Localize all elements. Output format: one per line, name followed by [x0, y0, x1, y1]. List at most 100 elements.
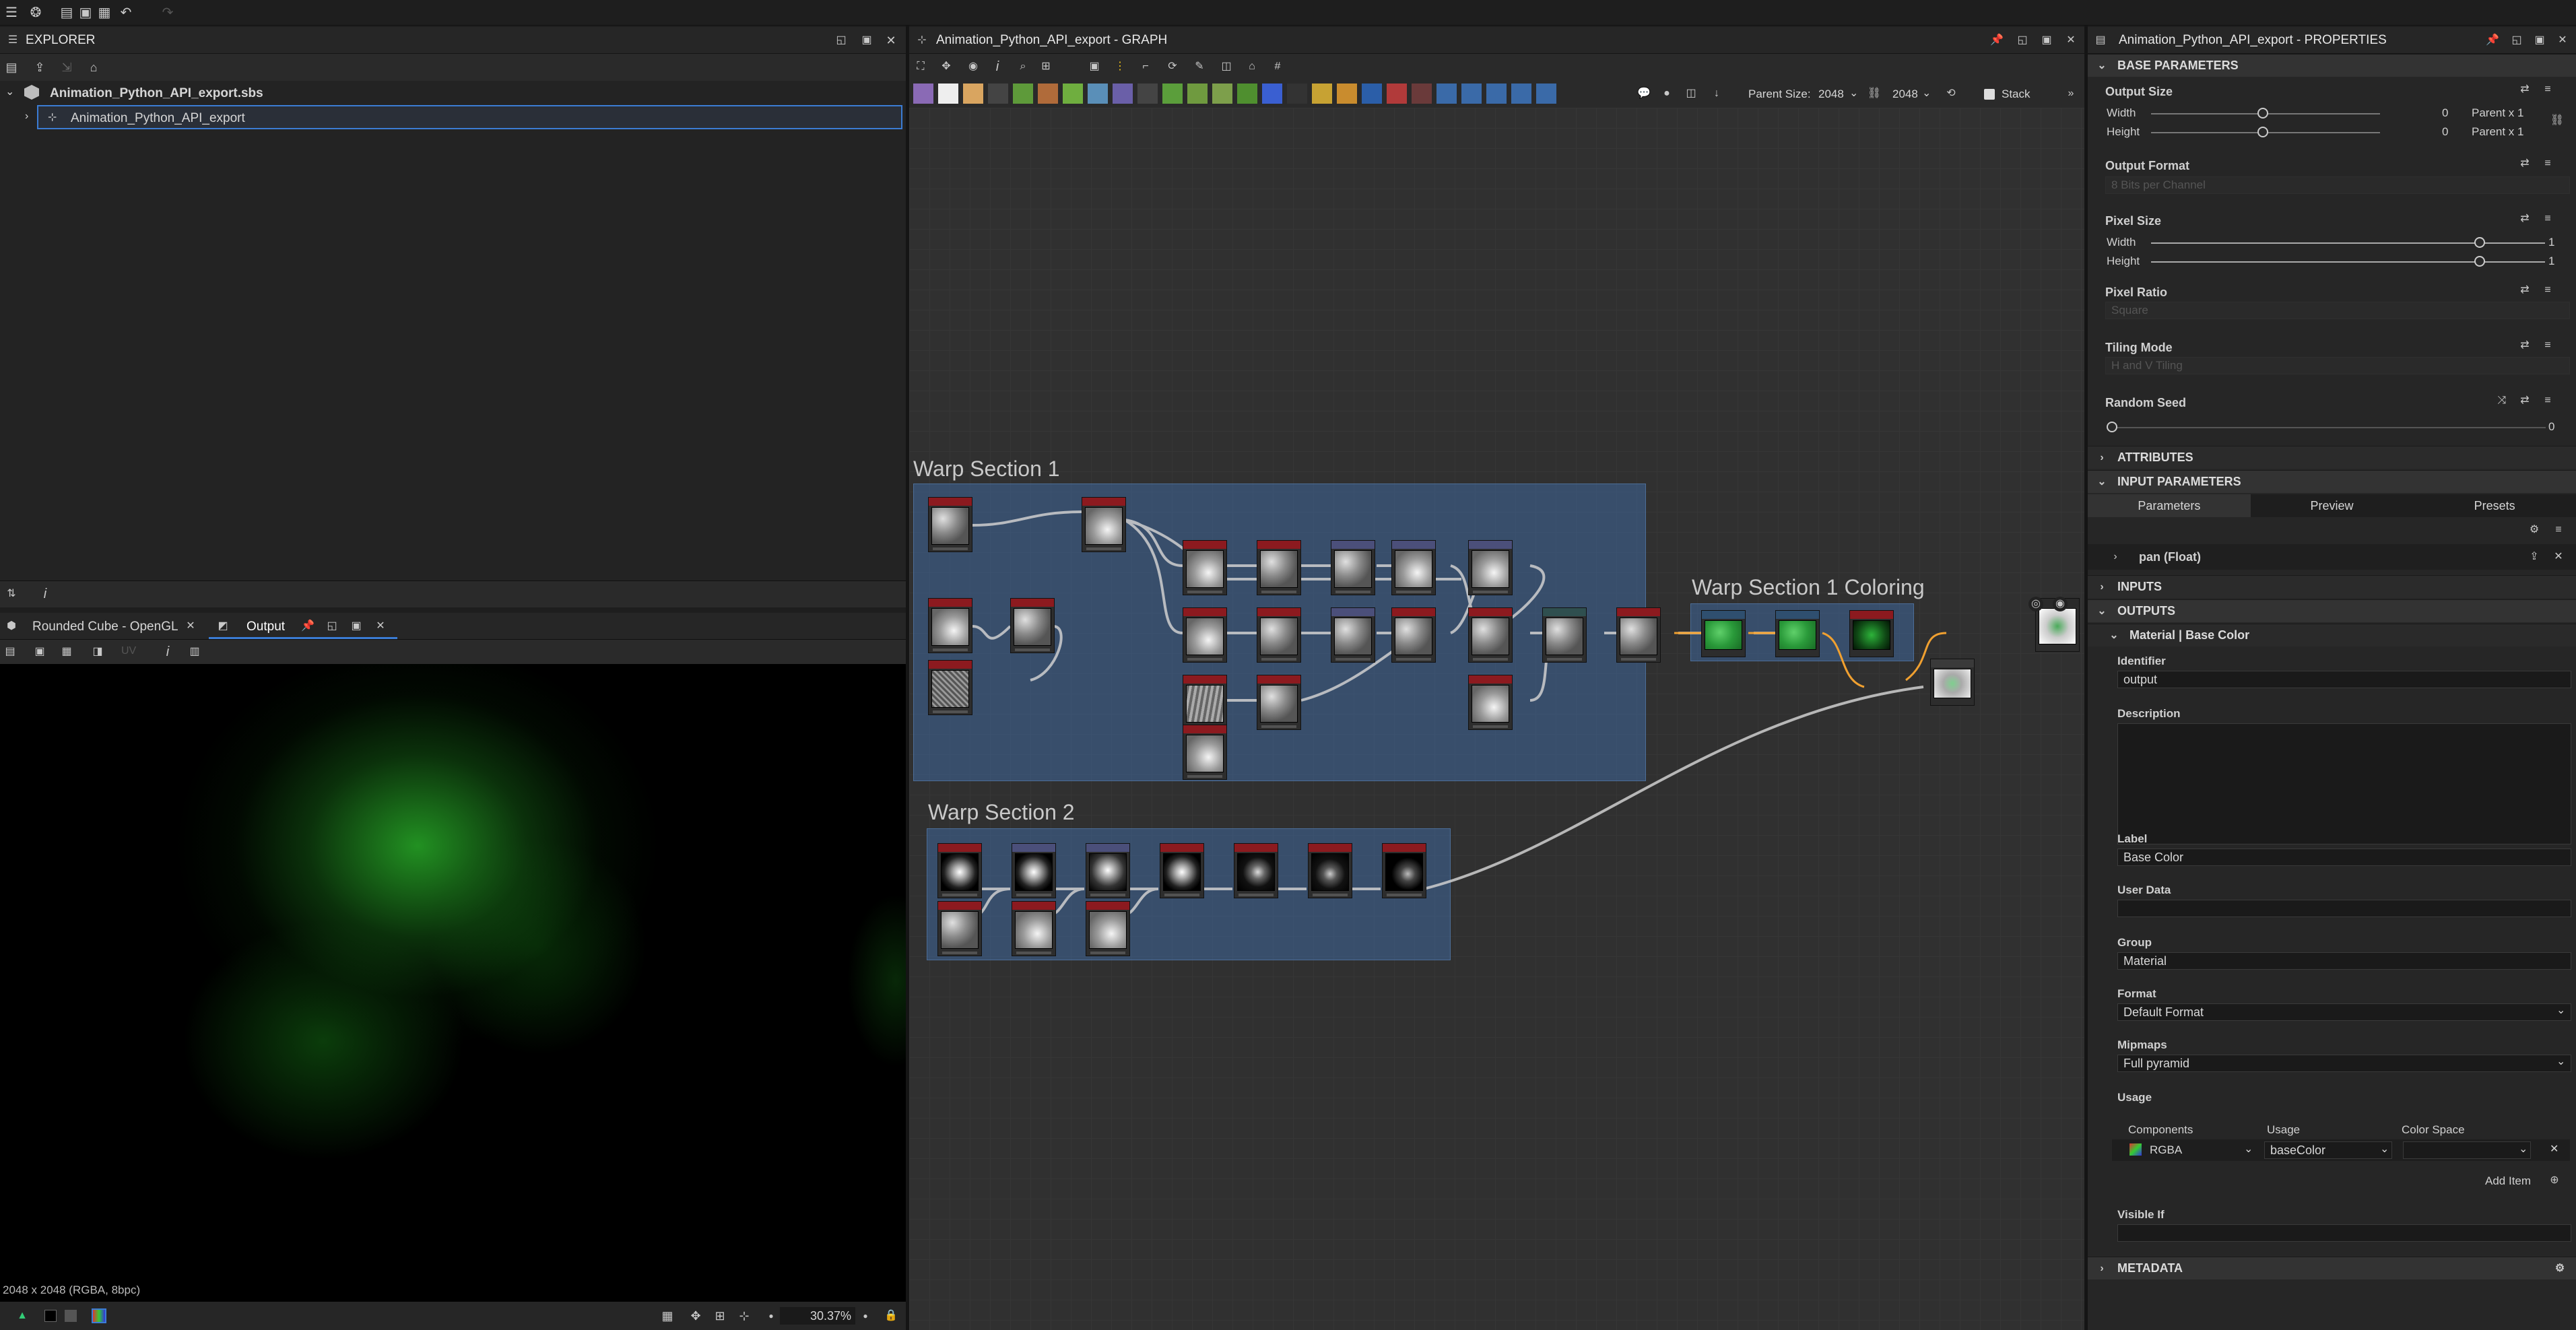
maximize-icon[interactable]: ▣	[349, 619, 364, 634]
tab-rounded-cube[interactable]: Rounded Cube - OpenGL	[32, 620, 178, 634]
gradient-map-icon[interactable]	[1038, 84, 1058, 104]
blend-node-icon[interactable]	[963, 84, 983, 104]
pin-node-icon[interactable]	[1536, 84, 1556, 104]
graph-node[interactable]	[1382, 843, 1426, 898]
width-slider-knob[interactable]	[2257, 108, 2268, 119]
grid-node-icon[interactable]	[1137, 84, 1158, 104]
float-icon[interactable]: ◱	[2015, 33, 2030, 48]
size-value[interactable]: 2048	[1892, 88, 1918, 101]
distance-icon[interactable]	[1412, 84, 1432, 104]
graph-node[interactable]	[1257, 540, 1301, 595]
tab-parameters[interactable]: Parameters	[2088, 494, 2251, 517]
export-icon[interactable]: ⇪	[32, 60, 47, 75]
histogram-icon[interactable]: ▥	[187, 644, 202, 659]
add-item-button[interactable]: Add Item	[2485, 1174, 2531, 1188]
search-icon[interactable]: ⌕	[1016, 59, 1030, 74]
refresh-icon[interactable]: ⟳	[1165, 59, 1180, 74]
chevron-down-icon[interactable]: ⌄	[2107, 628, 2121, 643]
graph-node[interactable]	[1257, 675, 1301, 730]
clean-icon[interactable]: ⌂	[86, 60, 101, 75]
info-icon[interactable]: i	[160, 644, 175, 659]
graph-node[interactable]	[1616, 607, 1661, 663]
blur-icon[interactable]	[1212, 84, 1232, 104]
tiling-mode-select[interactable]: H and V Tiling	[2105, 357, 2570, 374]
layers-icon[interactable]: ▲	[15, 1308, 30, 1323]
identifier-field[interactable]: output	[2117, 671, 2571, 688]
link-param-icon[interactable]: ⇄	[2517, 156, 2532, 171]
pin-icon[interactable]: 📌	[2485, 33, 2500, 48]
graph-row[interactable]: › ⊹ Animation_Python_API_export	[25, 105, 902, 129]
bg-gray-swatch[interactable]	[65, 1310, 77, 1322]
graph-canvas[interactable]: Warp Section 1 Warp Section 1 Coloring W…	[909, 108, 2084, 1330]
pixel-width-knob[interactable]	[2474, 237, 2485, 248]
float-icon[interactable]: ◱	[2509, 33, 2524, 48]
parent-size-value[interactable]: 2048	[1818, 88, 1844, 101]
color-space-select[interactable]	[2403, 1141, 2531, 1159]
more-icon[interactable]: »	[2063, 86, 2078, 101]
info-icon[interactable]: i	[990, 59, 1005, 74]
close-icon[interactable]: ✕	[2550, 1142, 2558, 1156]
chevron-down-icon[interactable]: ⌄	[2380, 1142, 2389, 1156]
open-folder-icon[interactable]: ▤	[59, 5, 74, 20]
bg-checker-swatch[interactable]	[92, 1308, 106, 1323]
copy-icon[interactable]: ▤	[3, 644, 18, 659]
chevron-right-icon[interactable]: ›	[25, 110, 28, 123]
close-icon[interactable]: ✕	[2551, 550, 2566, 564]
bitmap-node-icon[interactable]	[913, 84, 933, 104]
graph-node[interactable]	[1086, 843, 1130, 898]
graph-node[interactable]	[1468, 607, 1513, 663]
link-icon[interactable]: ⛓	[1867, 86, 1882, 101]
align-icon[interactable]: ⊞	[1038, 59, 1053, 74]
menu-icon[interactable]: ≡	[2551, 523, 2566, 537]
tab-output[interactable]: Output	[246, 620, 285, 634]
export-icon[interactable]: ▦	[59, 644, 74, 659]
gear-icon[interactable]: ⚙	[2527, 523, 2542, 537]
section-metadata[interactable]: › METADATA ⚙	[2088, 1257, 2576, 1279]
chevron-down-icon[interactable]: ⌄	[2094, 475, 2109, 490]
pixel-ratio-select[interactable]: Square	[2105, 302, 2570, 319]
link-param-icon[interactable]: ⇄	[2517, 338, 2532, 353]
menu-icon[interactable]: ≡	[2540, 393, 2555, 408]
channel-icon[interactable]: ◨	[90, 644, 105, 659]
height-value[interactable]: 0	[2442, 125, 2448, 139]
pan-icon[interactable]: ✥	[688, 1308, 703, 1323]
float-icon[interactable]: ◱	[325, 619, 339, 634]
export-icon[interactable]: ⇪	[2527, 550, 2542, 564]
label-field[interactable]: Base Color	[2117, 849, 2571, 866]
dyn-gradient-icon[interactable]	[1387, 84, 1407, 104]
tab-presets[interactable]: Presets	[2413, 494, 2576, 517]
reset-icon[interactable]: ⟲	[1944, 86, 1958, 101]
camera-icon[interactable]: ◉	[966, 59, 981, 74]
export-icon[interactable]: ◫	[1219, 59, 1234, 74]
emboss-icon[interactable]	[1237, 84, 1257, 104]
link-param-icon[interactable]: ⇄	[2517, 82, 2532, 97]
graph-node[interactable]	[1234, 843, 1278, 898]
graph-node[interactable]	[1257, 607, 1301, 663]
pixel-height-value[interactable]: 1	[2548, 255, 2554, 268]
frame-icon[interactable]: #	[1270, 59, 1285, 74]
redo-icon[interactable]: ↷	[160, 5, 175, 20]
graph-node[interactable]	[1183, 675, 1227, 730]
random-seed-value[interactable]: 0	[2548, 420, 2554, 434]
group-field[interactable]: Material	[2117, 952, 2571, 970]
graph-node[interactable]	[928, 497, 972, 552]
section-outputs[interactable]: ⌄ OUTPUTS	[2088, 599, 2576, 622]
link-param-icon[interactable]: ⇄	[2517, 393, 2532, 408]
shuffle-icon[interactable]	[988, 84, 1008, 104]
graph-node[interactable]	[1331, 540, 1375, 595]
chevron-down-icon[interactable]: ⌄	[2244, 1142, 2253, 1156]
zoom-field[interactable]: 30.37%	[780, 1307, 855, 1325]
width-value[interactable]: 0	[2442, 106, 2448, 120]
menu-icon[interactable]: ≡	[2540, 211, 2555, 226]
graph-node[interactable]	[1183, 725, 1227, 780]
save-icon[interactable]: ▣	[32, 644, 47, 659]
graph-node[interactable]	[1468, 540, 1513, 595]
stack-checkbox[interactable]	[1984, 89, 1995, 100]
graph-node[interactable]	[1468, 675, 1513, 730]
section-input-parameters[interactable]: ⌄ INPUT PARAMETERS	[2088, 470, 2576, 493]
format-select[interactable]: Default Format	[2117, 1003, 2571, 1021]
graph-node[interactable]	[1331, 607, 1375, 663]
text-icon[interactable]	[1312, 84, 1332, 104]
graph-node[interactable]	[937, 843, 982, 898]
output-item-base-color[interactable]: ⌄ Material | Base Color	[2088, 624, 2576, 646]
